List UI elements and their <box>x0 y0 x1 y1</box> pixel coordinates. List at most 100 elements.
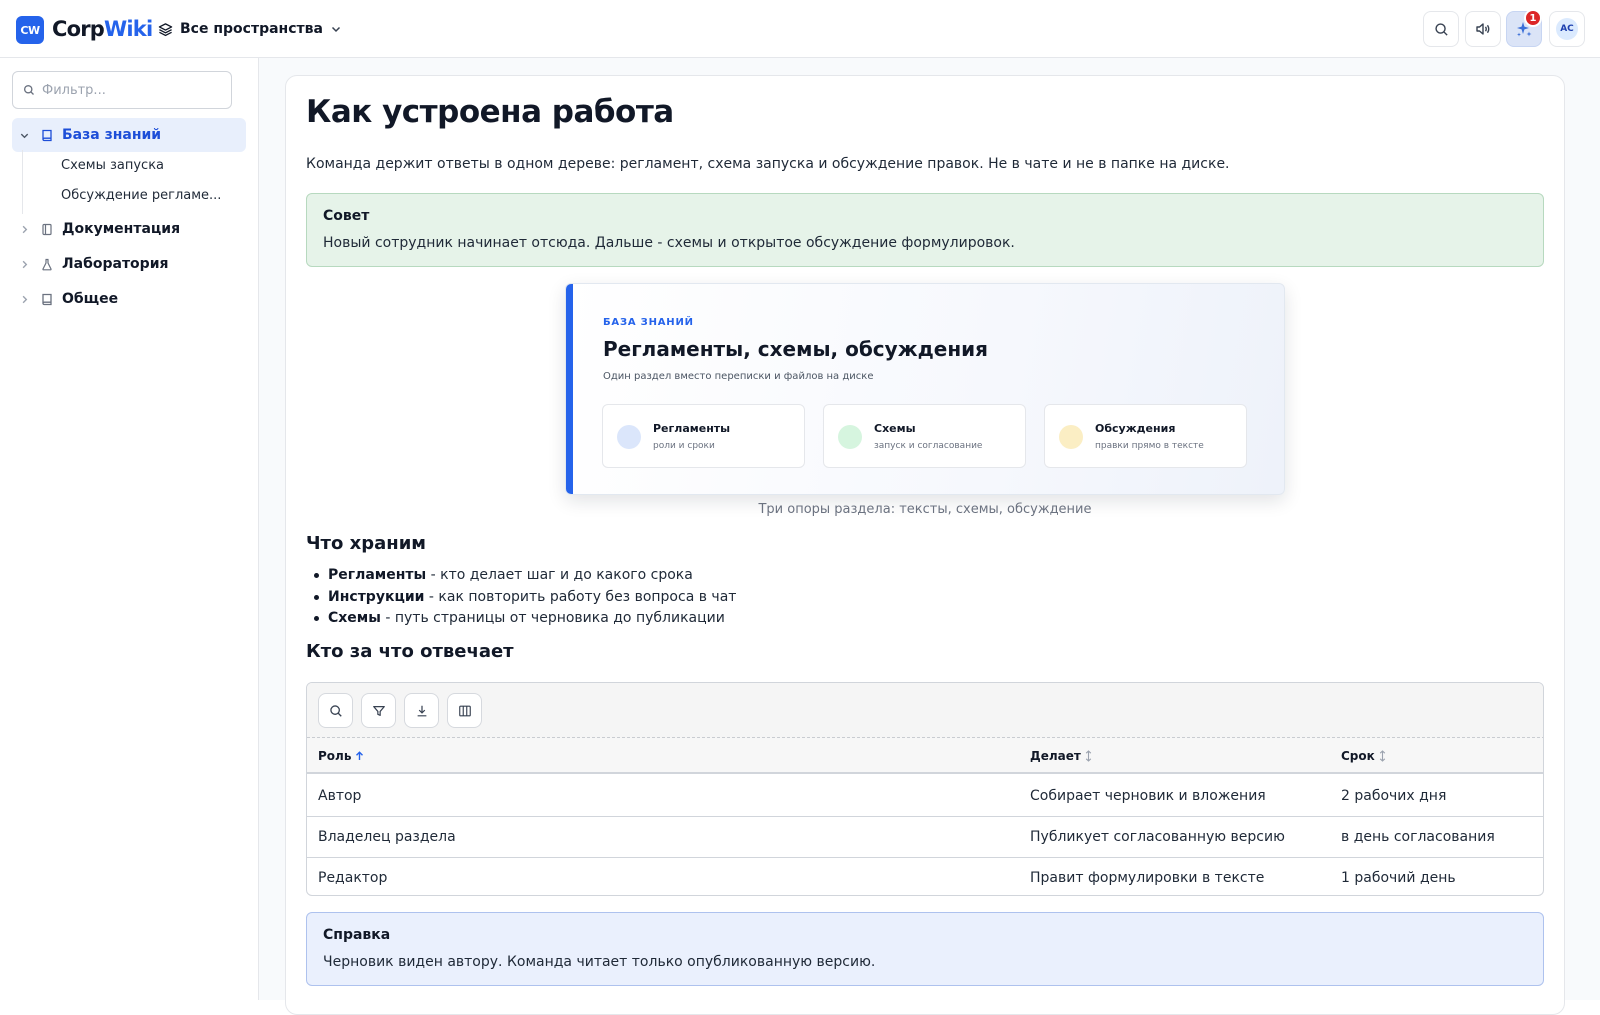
hero-eyebrow: БАЗА ЗНАНИЙ <box>603 317 694 328</box>
sidebar: База знаний Схемы запуска Обсуждение рег… <box>0 58 259 1000</box>
hero-heading: Регламенты, схемы, обсуждения <box>603 337 988 361</box>
sidebar-item-label: Документация <box>62 221 181 237</box>
columns-icon <box>458 704 472 718</box>
sort-icon <box>1379 750 1386 762</box>
tip-callout: Совет Новый сотрудник начинает отсюда. Д… <box>306 193 1544 267</box>
circle-icon <box>1059 425 1083 449</box>
audio-button[interactable] <box>1465 11 1501 47</box>
notification-badge: 1 <box>1524 9 1542 27</box>
responsibilities-table: Роль Делает Срок Автор Собирает черновик… <box>306 682 1544 896</box>
table-cell: Редактор <box>318 870 388 886</box>
list-item-desc: - кто делает шаг и до какого срока <box>426 567 693 583</box>
table-download-button[interactable] <box>404 693 439 728</box>
page-title: Как устроена работа <box>306 94 674 130</box>
search-icon <box>1434 22 1449 37</box>
book-icon <box>40 129 54 142</box>
circle-icon <box>838 425 862 449</box>
chevron-right-icon[interactable] <box>12 259 36 270</box>
table-row[interactable]: Редактор Правит формулировки в тексте 1 … <box>307 858 1543 895</box>
notebook-icon <box>40 223 54 236</box>
hero-pill-schemes: Схемы запуск и согласование <box>823 404 1026 468</box>
brand-name[interactable]: CorpWiki <box>52 16 153 42</box>
tip-body: Новый сотрудник начинает отсюда. Дальше … <box>323 235 1015 251</box>
sidebar-item-documentation[interactable]: Документация <box>12 212 246 246</box>
list-item: Схемы - путь страницы от черновика до пу… <box>306 608 736 630</box>
sidebar-subitem-regulation-discussion[interactable]: Обсуждение регламе... <box>61 188 221 203</box>
search-icon <box>329 704 343 718</box>
chevron-down-icon <box>330 23 342 35</box>
hero-accent-bar <box>566 284 573 494</box>
chevron-right-icon[interactable] <box>12 294 36 305</box>
intro-paragraph: Команда держит ответы в одном дереве: ре… <box>306 156 1230 172</box>
column-header-label: Делает <box>1030 749 1081 763</box>
table-filter-button[interactable] <box>361 693 396 728</box>
info-title: Справка <box>323 927 391 943</box>
space-switcher[interactable]: Все пространства <box>158 16 342 42</box>
list-item-desc: - как повторить работу без вопроса в чат <box>424 588 737 605</box>
column-header-label: Роль <box>318 749 352 763</box>
pill-subtitle: правки прямо в тексте <box>1095 441 1204 451</box>
filter-input[interactable] <box>42 82 212 98</box>
sidebar-subitem-launch-schemes[interactable]: Схемы запуска <box>61 158 164 173</box>
space-switcher-label: Все пространства <box>180 21 323 37</box>
info-body: Черновик виден автору. Команда читает то… <box>323 954 876 970</box>
section-heading-responsibilities: Кто за что отвечает <box>306 641 514 662</box>
pill-subtitle: запуск и согласование <box>874 441 983 451</box>
list-item-term: Регламенты <box>328 567 427 583</box>
column-header-deadline[interactable]: Срок <box>1341 738 1386 774</box>
table-header: Роль Делает Срок <box>307 738 1543 774</box>
column-header-label: Срок <box>1341 749 1375 763</box>
search-button[interactable] <box>1423 11 1459 47</box>
tree-guide-line <box>22 150 23 214</box>
table-cell: Собирает черновик и вложения <box>1030 788 1266 804</box>
table-cell: Автор <box>318 788 362 804</box>
speaker-icon <box>1475 21 1491 37</box>
sidebar-item-knowledge-base[interactable]: База знаний <box>12 118 246 152</box>
table-cell: Публикует согласованную версию <box>1030 829 1285 845</box>
column-header-does[interactable]: Делает <box>1030 738 1092 774</box>
table-cell: Владелец раздела <box>318 829 456 845</box>
tip-title: Совет <box>323 208 370 224</box>
flask-icon <box>40 258 54 271</box>
user-avatar-button[interactable]: AC <box>1549 11 1585 47</box>
bullet-list: Регламенты - кто делает шаг и до какого … <box>306 565 736 630</box>
table-row[interactable]: Автор Собирает черновик и вложения 2 раб… <box>307 776 1543 817</box>
pill-title: Обсуждения <box>1095 422 1176 435</box>
table-search-button[interactable] <box>318 693 353 728</box>
avatar: AC <box>1556 18 1578 40</box>
info-callout: Справка Черновик виден автору. Команда ч… <box>306 912 1544 986</box>
hero-subtitle: Один раздел вместо переписки и файлов на… <box>603 371 874 382</box>
sort-icon <box>1085 750 1092 762</box>
circle-icon <box>617 425 641 449</box>
sidebar-item-general[interactable]: Общее <box>12 282 246 316</box>
list-item-term: Схемы <box>328 610 381 626</box>
top-bar: CW CorpWiki Все пространства 1 AC <box>0 0 1600 58</box>
brand-part1: Corp <box>52 17 105 41</box>
section-heading-what-we-store: Что храним <box>306 533 427 554</box>
sort-ascending-icon <box>355 751 364 761</box>
chevron-down-icon[interactable] <box>12 130 36 141</box>
layers-icon <box>158 22 173 37</box>
logo-badge[interactable]: CW <box>16 16 44 44</box>
table-toolbar <box>307 683 1543 738</box>
chevron-right-icon[interactable] <box>12 224 36 235</box>
pill-title: Регламенты <box>653 422 731 435</box>
sidebar-item-label: База знаний <box>62 127 162 143</box>
filter-field[interactable] <box>12 71 232 109</box>
table-row[interactable]: Владелец раздела Публикует согласованную… <box>307 817 1543 858</box>
list-item-desc: - путь страницы от черновика до публикац… <box>380 610 725 626</box>
search-icon <box>23 84 35 96</box>
sidebar-item-laboratory[interactable]: Лаборатория <box>12 247 246 281</box>
image-caption: Три опоры раздела: тексты, схемы, обсужд… <box>758 502 1092 517</box>
pill-subtitle: роли и сроки <box>653 441 715 451</box>
sidebar-item-label: Общее <box>62 291 119 307</box>
list-item: Инструкции - как повторить работу без во… <box>306 587 736 609</box>
sidebar-item-label: Лаборатория <box>62 256 169 272</box>
table-columns-button[interactable] <box>447 693 482 728</box>
download-icon <box>415 704 429 718</box>
hero-pill-regulations: Регламенты роли и сроки <box>602 404 805 468</box>
column-header-role[interactable]: Роль <box>318 738 364 774</box>
hero-pill-discussions: Обсуждения правки прямо в тексте <box>1044 404 1247 468</box>
brand-part2: Wiki <box>104 17 153 41</box>
hero-banner-image: БАЗА ЗНАНИЙ Регламенты, схемы, обсуждени… <box>565 283 1285 495</box>
